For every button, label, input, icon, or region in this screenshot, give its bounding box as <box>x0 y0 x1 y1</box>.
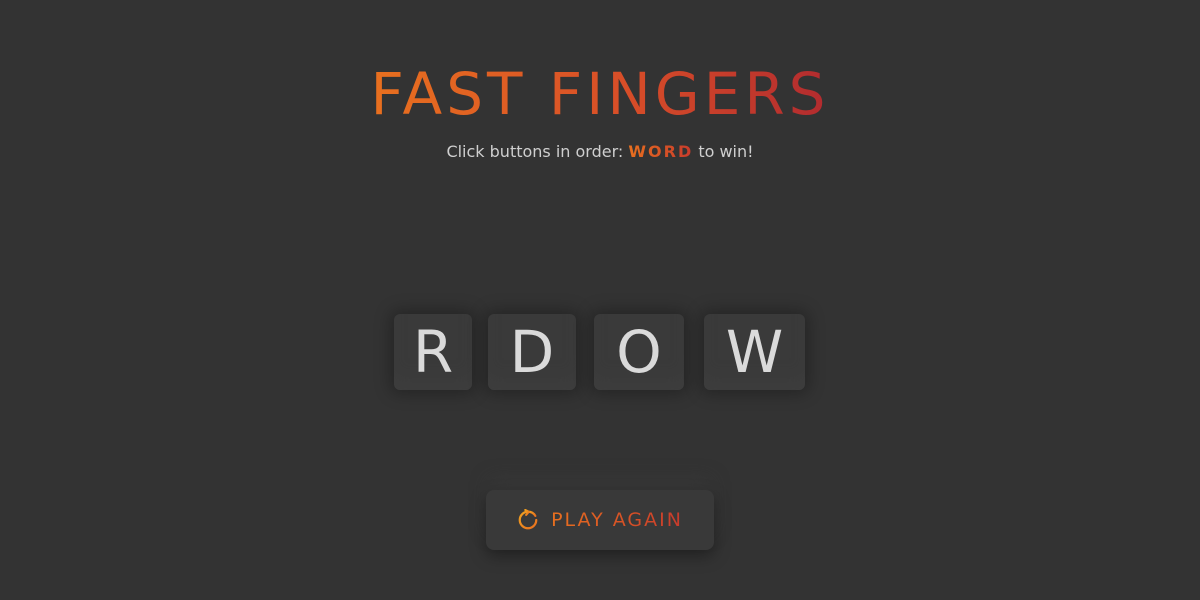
letter-key-d[interactable]: D <box>488 314 576 390</box>
instructions-prefix: Click buttons in order: <box>446 142 629 161</box>
instructions: Click buttons in order: WORD to win! <box>0 140 1200 164</box>
letter-key-w[interactable]: W <box>704 314 805 390</box>
game-title-text: FAST FINGERS <box>370 60 830 128</box>
play-again-label: PLAY AGAIN <box>551 509 683 531</box>
instructions-suffix: to win! <box>693 142 754 161</box>
game-stage: FAST FINGERS Click buttons in order: WOR… <box>0 0 1200 600</box>
letter-key-o[interactable]: O <box>594 314 684 390</box>
refresh-icon <box>518 509 538 530</box>
letter-key-r[interactable]: R <box>394 314 472 390</box>
play-again-button[interactable]: PLAY AGAIN <box>486 490 714 550</box>
game-title: FAST FINGERS <box>0 58 1200 130</box>
target-word: WORD <box>628 142 694 161</box>
